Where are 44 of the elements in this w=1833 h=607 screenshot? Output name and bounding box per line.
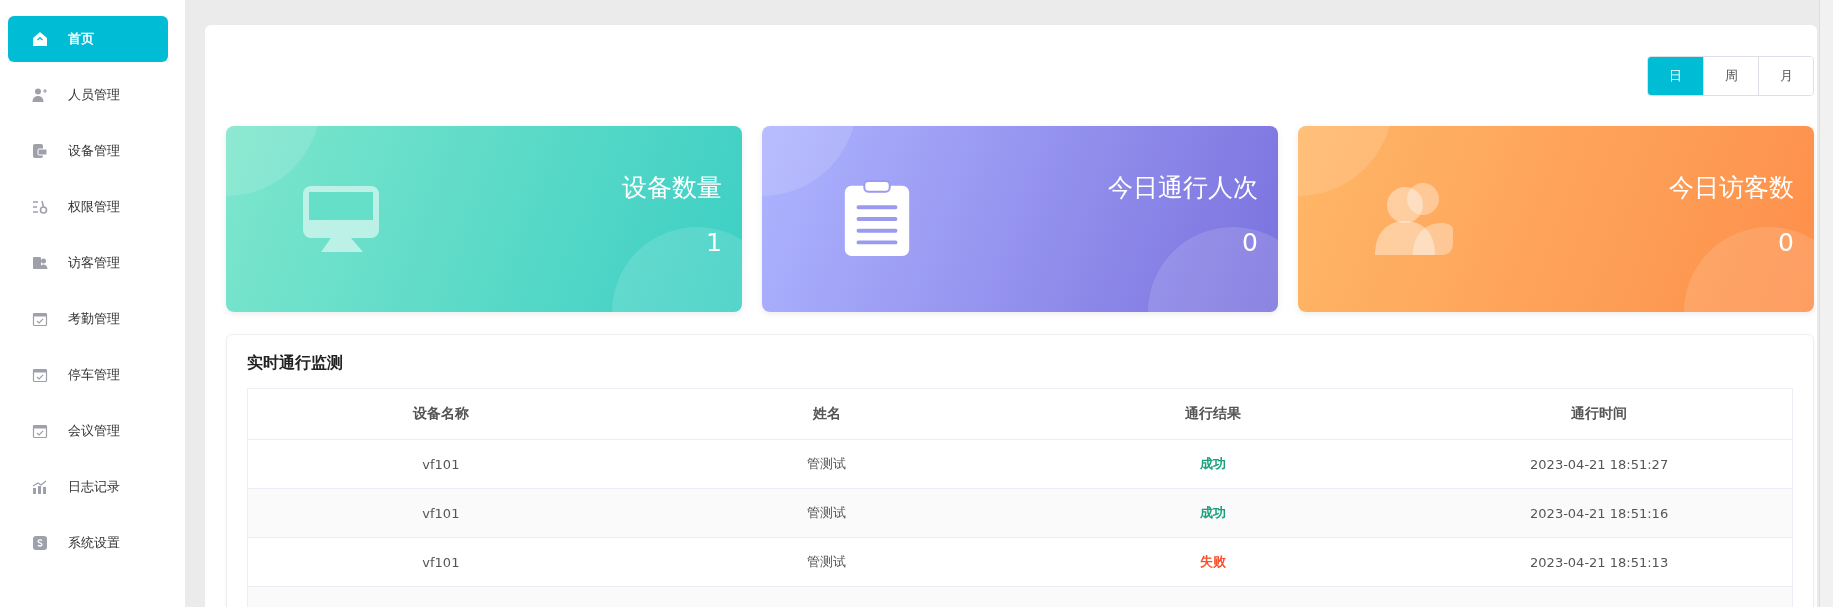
table-cell: vf101: [247, 439, 634, 489]
table-cell: 失败: [1020, 537, 1407, 587]
nav-item[interactable]: 系统设置: [8, 520, 168, 566]
table-cell: vf101: [247, 537, 634, 587]
card-value: 1: [705, 228, 722, 257]
key-icon: [32, 199, 48, 215]
s-badge-icon: [32, 535, 48, 551]
table-cell: 管测试: [633, 439, 1020, 489]
period-tab[interactable]: 月: [1758, 57, 1813, 95]
table-cell: 2023-04-21 18:51:13: [1406, 537, 1793, 587]
nav-item[interactable]: 访客管理: [8, 240, 168, 286]
table-cell: 管测试: [633, 488, 1020, 538]
user-add-icon: [32, 87, 48, 103]
calendar-icon: [32, 367, 48, 383]
device-icon: [32, 143, 48, 159]
table-cell: 管测试: [633, 537, 1020, 587]
home-icon: [32, 31, 48, 47]
column-header: 通行结果: [1020, 388, 1407, 440]
card-title: 今日访客数: [1668, 172, 1794, 204]
nav-item[interactable]: 会议管理: [8, 408, 168, 454]
card-title: 设备数量: [621, 172, 722, 204]
card-title: 今日通行人次: [1107, 172, 1258, 204]
nav-item[interactable]: 停车管理: [8, 352, 168, 398]
users-icon: [1373, 180, 1453, 258]
nav-item[interactable]: 设备管理: [8, 128, 168, 174]
card-value: 0: [1777, 228, 1794, 257]
calendar-icon: [32, 311, 48, 327]
nav-item[interactable]: 考勤管理: [8, 296, 168, 342]
calendar-icon: [32, 423, 48, 439]
table-cell: vf101: [247, 488, 634, 538]
chart-icon: [32, 479, 48, 495]
column-header: 姓名: [633, 388, 1020, 440]
column-header: 通行时间: [1406, 388, 1793, 440]
table-cell: 2023-04-21 18:51:27: [1406, 439, 1793, 489]
nav-item[interactable]: 权限管理: [8, 184, 168, 230]
visitor-icon: [32, 255, 48, 271]
table-cell: 成功: [1020, 439, 1407, 489]
section-title: 实时通行监测: [247, 353, 344, 374]
nav-item[interactable]: 人员管理: [8, 72, 168, 118]
column-header: 设备名称: [247, 388, 634, 440]
table-cell: 2023-04-21 18:51:16: [1406, 488, 1793, 538]
card-value: 0: [1241, 228, 1258, 257]
table-cell: 成功: [1020, 488, 1407, 538]
nav-item[interactable]: 日志记录: [8, 464, 168, 510]
